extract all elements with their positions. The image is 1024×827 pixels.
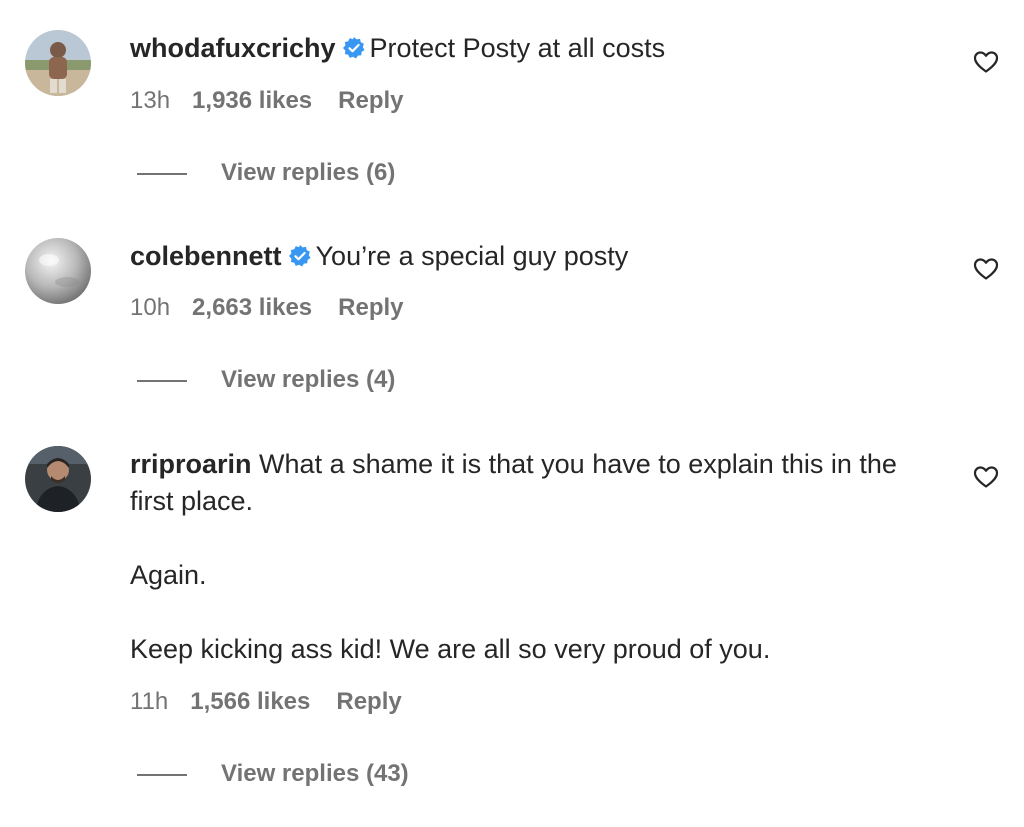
avatar[interactable]	[25, 30, 91, 96]
reply-button[interactable]: Reply	[338, 87, 403, 114]
comment-paragraph: Keep kicking ass kid! We are all so very…	[130, 634, 771, 664]
view-replies-button[interactable]: View replies (43)	[137, 760, 409, 788]
view-replies-button[interactable]: View replies (4)	[137, 366, 395, 394]
timestamp[interactable]: 11h	[130, 688, 168, 715]
view-replies-label: View replies (43)	[221, 760, 409, 787]
comment-body: You’re a special guy posty	[315, 241, 629, 271]
view-replies-label: View replies (6)	[221, 159, 396, 186]
likes-count[interactable]: 1,566 likes	[190, 688, 310, 715]
likes-count[interactable]: 2,663 likes	[192, 294, 312, 321]
like-heart-icon[interactable]	[973, 257, 999, 281]
divider-line	[137, 379, 187, 382]
comment-text: whodafuxcrichy Protect Posty at all costs	[130, 30, 940, 70]
like-heart-icon[interactable]	[973, 50, 999, 74]
comment-meta: 10h 2,663 likes Reply	[130, 294, 404, 322]
reply-button[interactable]: Reply	[336, 688, 401, 715]
verified-badge-icon	[342, 33, 366, 70]
comment-body: Protect Posty at all costs	[369, 33, 666, 63]
comment-meta: 11h 1,566 likes Reply	[130, 688, 402, 716]
view-replies-label: View replies (4)	[221, 366, 396, 393]
timestamp[interactable]: 10h	[130, 294, 170, 321]
avatar[interactable]	[25, 238, 91, 304]
avatar[interactable]	[25, 446, 91, 512]
username[interactable]: rriproarin	[130, 449, 252, 479]
likes-count[interactable]: 1,936 likes	[192, 87, 312, 114]
divider-line	[137, 172, 187, 175]
comment-text: colebennett You’re a special guy posty	[130, 238, 940, 278]
reply-button[interactable]: Reply	[338, 294, 403, 321]
verified-badge-icon	[288, 241, 312, 278]
comment-meta: 13h 1,936 likes Reply	[130, 87, 404, 115]
like-heart-icon[interactable]	[973, 465, 999, 489]
username[interactable]: whodafuxcrichy	[130, 33, 336, 63]
comment-paragraph: Again.	[130, 560, 207, 590]
comment-text: rriproarin What a shame it is that you h…	[130, 446, 940, 520]
view-replies-button[interactable]: View replies (6)	[137, 159, 395, 187]
timestamp[interactable]: 13h	[130, 87, 170, 114]
username[interactable]: colebennett	[130, 241, 282, 271]
divider-line	[137, 773, 187, 776]
